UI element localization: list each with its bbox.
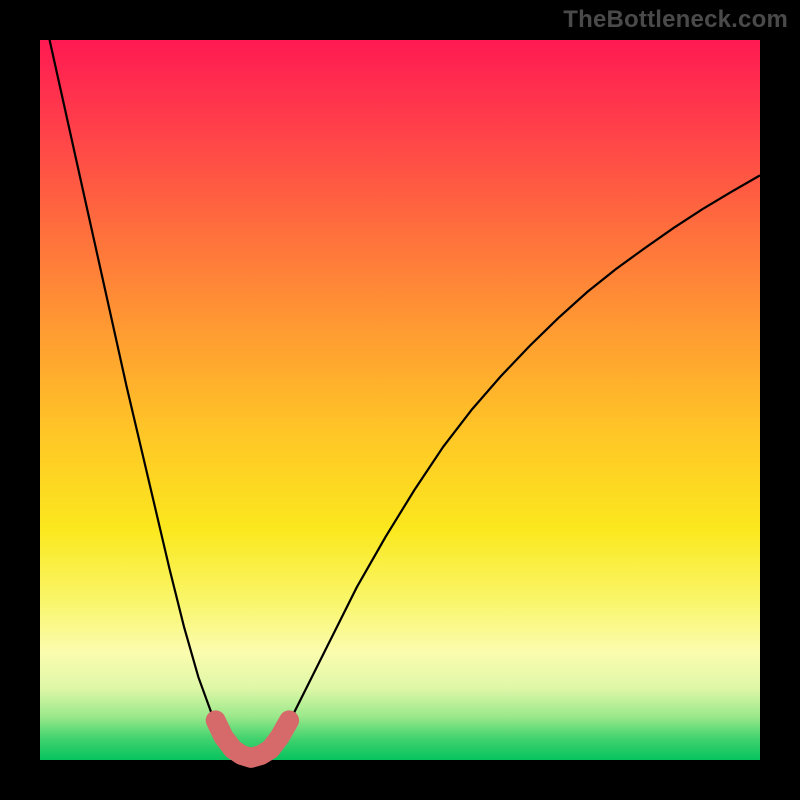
chart-frame: TheBottleneck.com: [0, 0, 800, 800]
bottom-highlight: [216, 720, 289, 757]
attribution-label: TheBottleneck.com: [563, 6, 788, 34]
chart-plot-area: [40, 40, 760, 760]
chart-svg: [40, 40, 760, 760]
bottleneck-curve: [40, 0, 760, 758]
